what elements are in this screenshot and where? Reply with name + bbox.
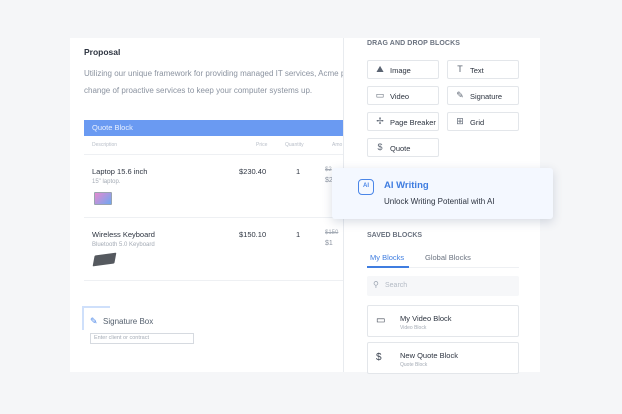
dollar-icon: $	[376, 352, 382, 363]
saved-block-type: Video Block	[400, 325, 427, 331]
item-price: $150.10	[239, 230, 267, 239]
item-amount-old: $2	[325, 167, 332, 173]
block-quote[interactable]: $ Quote	[367, 138, 439, 157]
panel-title: DRAG AND DROP BLOCKS	[367, 40, 461, 47]
document-body[interactable]: Utilizing our unique framework for provi…	[84, 65, 360, 99]
selection-marker	[82, 306, 84, 330]
document-body-line: Utilizing our unique framework for provi…	[84, 69, 346, 78]
block-grid[interactable]: ⊞ Grid	[447, 112, 519, 131]
saved-block-item[interactable]: $ New Quote Block Quote Block	[367, 342, 519, 374]
signature-box[interactable]: ✎ Signature Box Enter client or contract	[82, 306, 212, 344]
table-row[interactable]: Wireless Keyboard Bluetooth 5.0 Keyboard…	[84, 218, 360, 281]
text-icon: T	[457, 64, 463, 74]
block-text[interactable]: T Text	[447, 60, 519, 79]
document-body-line: change of proactive services to keep you…	[84, 86, 313, 95]
proposal-document: Proposal Utilizing our unique framework …	[70, 38, 360, 372]
laptop-thumbnail	[94, 192, 112, 205]
block-label: Grid	[470, 118, 485, 127]
keyboard-thumbnail	[92, 252, 117, 267]
item-quantity[interactable]: 1	[296, 230, 300, 239]
signature-icon: ✎	[90, 316, 98, 326]
column-quantity: Quantity	[285, 142, 304, 148]
signature-contact-input[interactable]: Enter client or contract	[90, 333, 194, 344]
video-icon: ▭	[375, 90, 385, 100]
block-label: Page Breaker	[390, 118, 436, 127]
column-amount: Amo	[332, 142, 343, 148]
tab-my-blocks[interactable]: My Blocks	[370, 253, 404, 262]
page-breaker-icon: ✢	[376, 116, 384, 126]
signature-box-label: Signature Box	[103, 317, 154, 326]
saved-blocks-title: SAVED BLOCKS	[367, 232, 423, 239]
block-label: Video	[390, 92, 410, 101]
saved-block-title: New Quote Block	[400, 351, 458, 360]
image-icon: ⛰	[376, 64, 384, 74]
item-amount: $1	[325, 240, 333, 247]
search-placeholder: Search	[385, 282, 408, 289]
item-price: $230.40	[239, 167, 267, 176]
item-name: Laptop 15.6 inch	[92, 167, 148, 176]
block-label: Image	[390, 66, 411, 75]
item-quantity[interactable]: 1	[296, 167, 300, 176]
block-label: Text	[470, 66, 484, 75]
block-video[interactable]: ▭ Video	[367, 86, 439, 105]
dollar-icon: $	[377, 142, 383, 152]
signature-icon: ✎	[456, 90, 464, 100]
active-tab-indicator	[367, 266, 409, 268]
quote-block[interactable]: Quote Block Description Price Quantity A…	[84, 120, 360, 281]
block-image[interactable]: ⛰ Image	[367, 60, 439, 79]
block-page-breaker[interactable]: ✢ Page Breaker	[367, 112, 439, 131]
search-icon: ⚲	[373, 280, 379, 289]
quote-block-header: Quote Block	[84, 120, 360, 136]
item-description: Bluetooth 5.0 Keyboard	[92, 242, 155, 248]
column-description: Description	[92, 142, 118, 148]
quote-columns: Description Price Quantity Amo	[84, 136, 360, 155]
ai-writing-card[interactable]: AI AI Writing Unlock Writing Potential w…	[332, 168, 553, 219]
grid-icon: ⊞	[456, 116, 464, 126]
saved-block-title: My Video Block	[400, 314, 452, 323]
block-signature[interactable]: ✎ Signature	[447, 86, 519, 105]
ai-writing-description: Unlock Writing Potential with AI	[384, 197, 495, 206]
item-name: Wireless Keyboard	[92, 230, 155, 239]
column-price: Price	[256, 142, 268, 148]
item-description: 15" laptop.	[92, 179, 121, 185]
saved-block-type: Quote Block	[400, 362, 428, 368]
video-icon: ▭	[376, 315, 386, 326]
tab-global-blocks[interactable]: Global Blocks	[425, 253, 471, 262]
block-label: Signature	[470, 92, 503, 101]
saved-block-item[interactable]: ▭ My Video Block Video Block	[367, 305, 519, 337]
ai-writing-title: AI Writing	[384, 180, 429, 191]
selection-marker	[82, 306, 110, 308]
block-label: Quote	[390, 144, 411, 153]
document-title: Proposal	[84, 47, 121, 57]
table-row[interactable]: Laptop 15.6 inch 15" laptop. $230.40 1 $…	[84, 155, 360, 218]
item-amount-old: $150	[325, 230, 339, 236]
search-input[interactable]: ⚲ Search	[367, 276, 519, 296]
ai-icon: AI	[358, 179, 374, 195]
